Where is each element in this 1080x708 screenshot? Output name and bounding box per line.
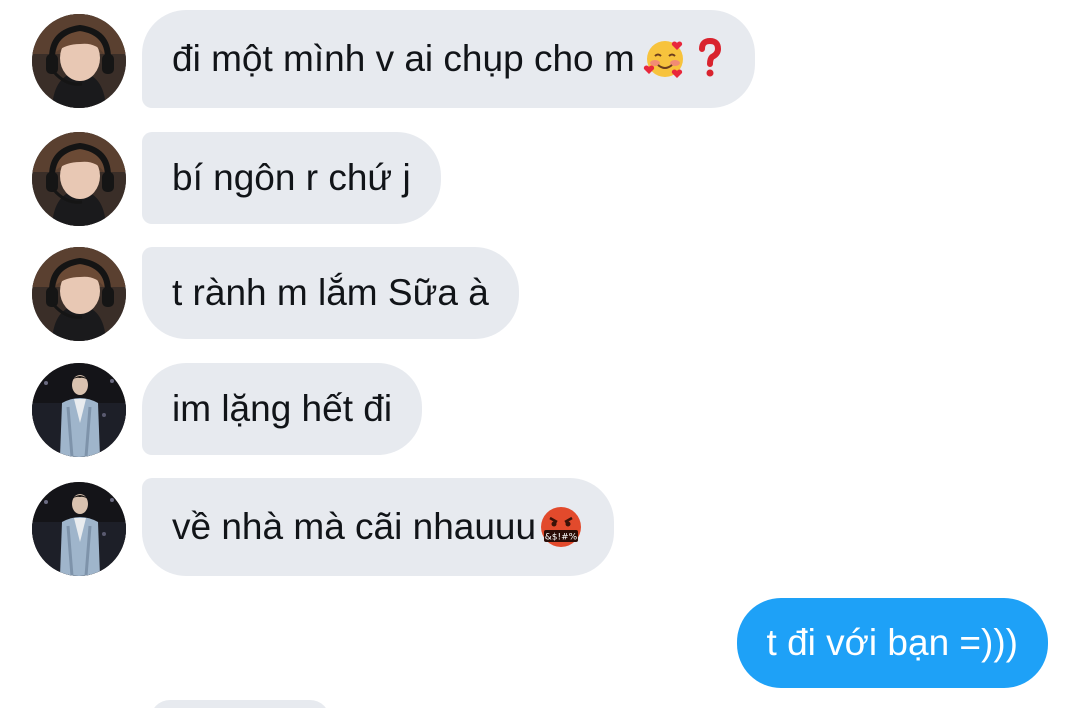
avatar-headphones-image [32,14,126,108]
avatar-headphones-image [32,247,126,341]
message-text: về nhà mà cãi nhauuu [172,506,537,547]
message-row: bí ngôn r chứ j [0,132,1080,226]
message-row: im lặng hết đi [0,363,1080,457]
emoji-symbols-text: &$!#% [545,533,578,543]
message-text: t rành m lắm Sữa à [172,272,489,313]
avatar[interactable] [32,247,126,341]
message-bubble[interactable]: đi một mình v ai chụp cho m [142,10,755,108]
avatar[interactable] [32,482,126,576]
avatar-denim-jacket-image [32,482,126,576]
avatar[interactable] [32,132,126,226]
message-row: về nhà mà cãi nhauuu &$!#% [0,478,1080,576]
message-row: t rành m lắm Sữa à [0,247,1080,341]
message-bubble[interactable]: về nhà mà cãi nhauuu &$!#% [142,478,615,576]
message-row: đi một mình v ai chụp cho m [0,10,1080,110]
partial-message-bubble [150,700,330,708]
outgoing-message-bubble[interactable]: t đi với bạn =))) [736,598,1048,688]
face-with-symbols-on-mouth-icon: &$!#% [538,504,584,550]
message-row: t đi với bạn =))) [0,598,1080,688]
message-text: bí ngôn r chứ j [172,157,411,198]
message-bubble[interactable]: bí ngôn r chứ j [142,132,441,224]
avatar[interactable] [32,363,126,457]
avatar-headphones-image [32,132,126,226]
smiling-face-with-hearts-icon [643,37,687,81]
avatar[interactable] [32,14,126,108]
red-question-mark-icon [695,37,725,81]
message-text: đi một mình v ai chụp cho m [172,38,635,79]
message-text: t đi với bạn =))) [766,622,1018,663]
avatar-denim-jacket-image [32,363,126,457]
message-bubble[interactable]: im lặng hết đi [142,363,423,455]
message-bubble[interactable]: t rành m lắm Sữa à [142,247,519,339]
message-text: im lặng hết đi [172,388,393,429]
chat-thread: đi một mình v ai chụp cho m bí ngôn r ch… [0,0,1080,708]
